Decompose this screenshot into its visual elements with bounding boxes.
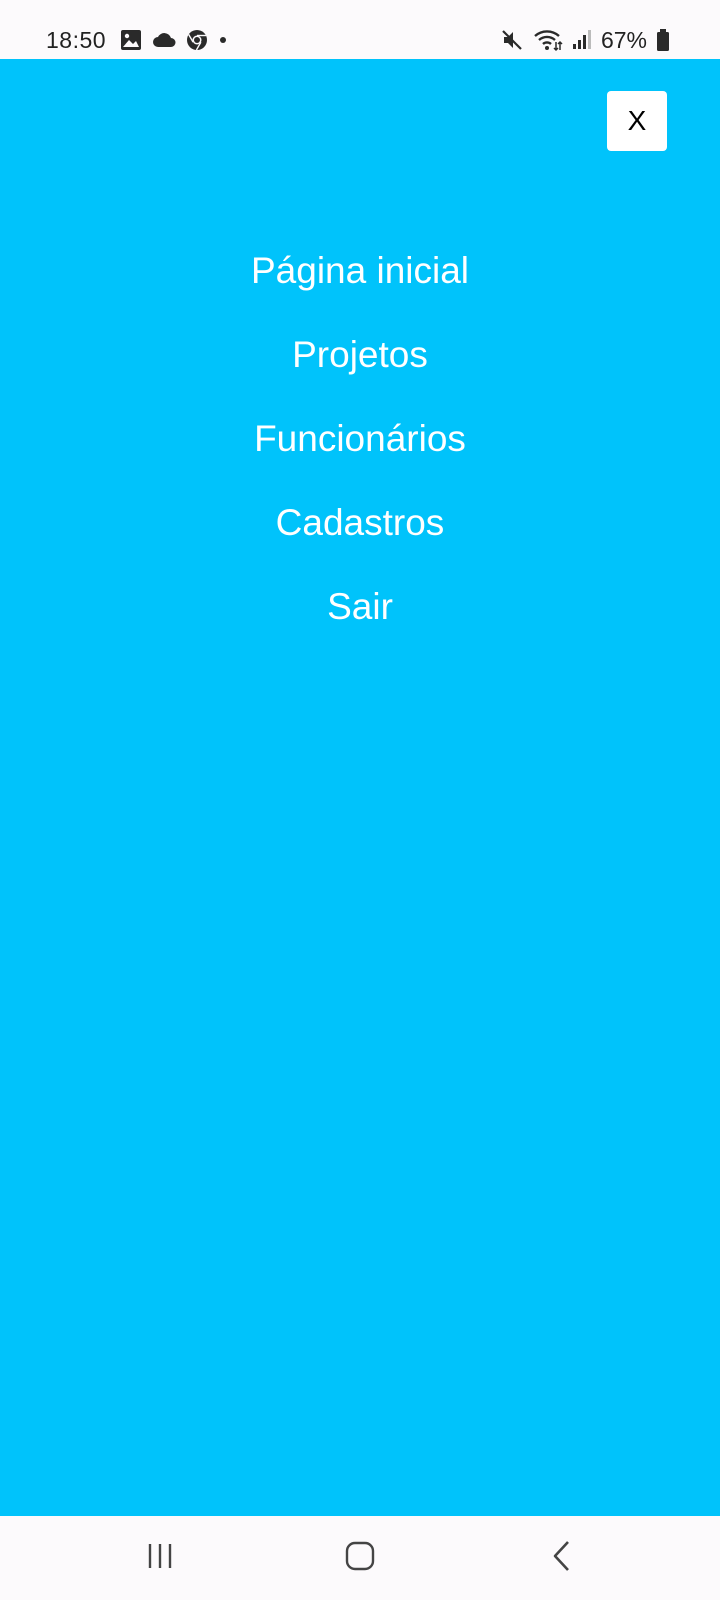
menu-list: Página inicial Projetos Funcionários Cad… — [0, 229, 720, 649]
back-icon — [550, 1540, 574, 1577]
status-time: 18:50 — [46, 26, 107, 53]
recent-apps-icon — [145, 1542, 175, 1575]
close-menu-button[interactable]: X — [607, 91, 667, 151]
menu-item-sair[interactable]: Sair — [327, 565, 393, 649]
battery-icon — [656, 28, 670, 52]
menu-item-projetos[interactable]: Projetos — [292, 313, 428, 397]
back-button[interactable] — [532, 1534, 592, 1582]
home-button[interactable] — [330, 1534, 390, 1582]
system-navigation-bar — [0, 1516, 720, 1600]
wifi-icon — [533, 28, 563, 52]
gallery-icon — [120, 29, 142, 51]
status-bar-left: 18:50 — [46, 23, 228, 57]
notification-dot-icon — [218, 35, 228, 45]
menu-item-pagina-inicial[interactable]: Página inicial — [251, 229, 469, 313]
cloud-icon — [152, 31, 176, 49]
signal-icon — [572, 29, 592, 51]
menu-item-funcionarios[interactable]: Funcionários — [254, 397, 466, 481]
menu-item-cadastros[interactable]: Cadastros — [276, 481, 445, 565]
recent-apps-button[interactable] — [130, 1534, 190, 1582]
home-icon — [345, 1541, 375, 1576]
chrome-icon — [186, 29, 208, 51]
status-bar-right: 67% — [500, 23, 670, 57]
battery-percent: 67% — [600, 26, 647, 53]
mute-icon — [500, 28, 524, 52]
navigation-menu: X Página inicial Projetos Funcionários C… — [0, 59, 720, 1516]
status-bar: 18:50 67% — [0, 0, 720, 59]
phone-screen: 18:50 67% X Página inicial Projetos Func… — [0, 0, 720, 1600]
